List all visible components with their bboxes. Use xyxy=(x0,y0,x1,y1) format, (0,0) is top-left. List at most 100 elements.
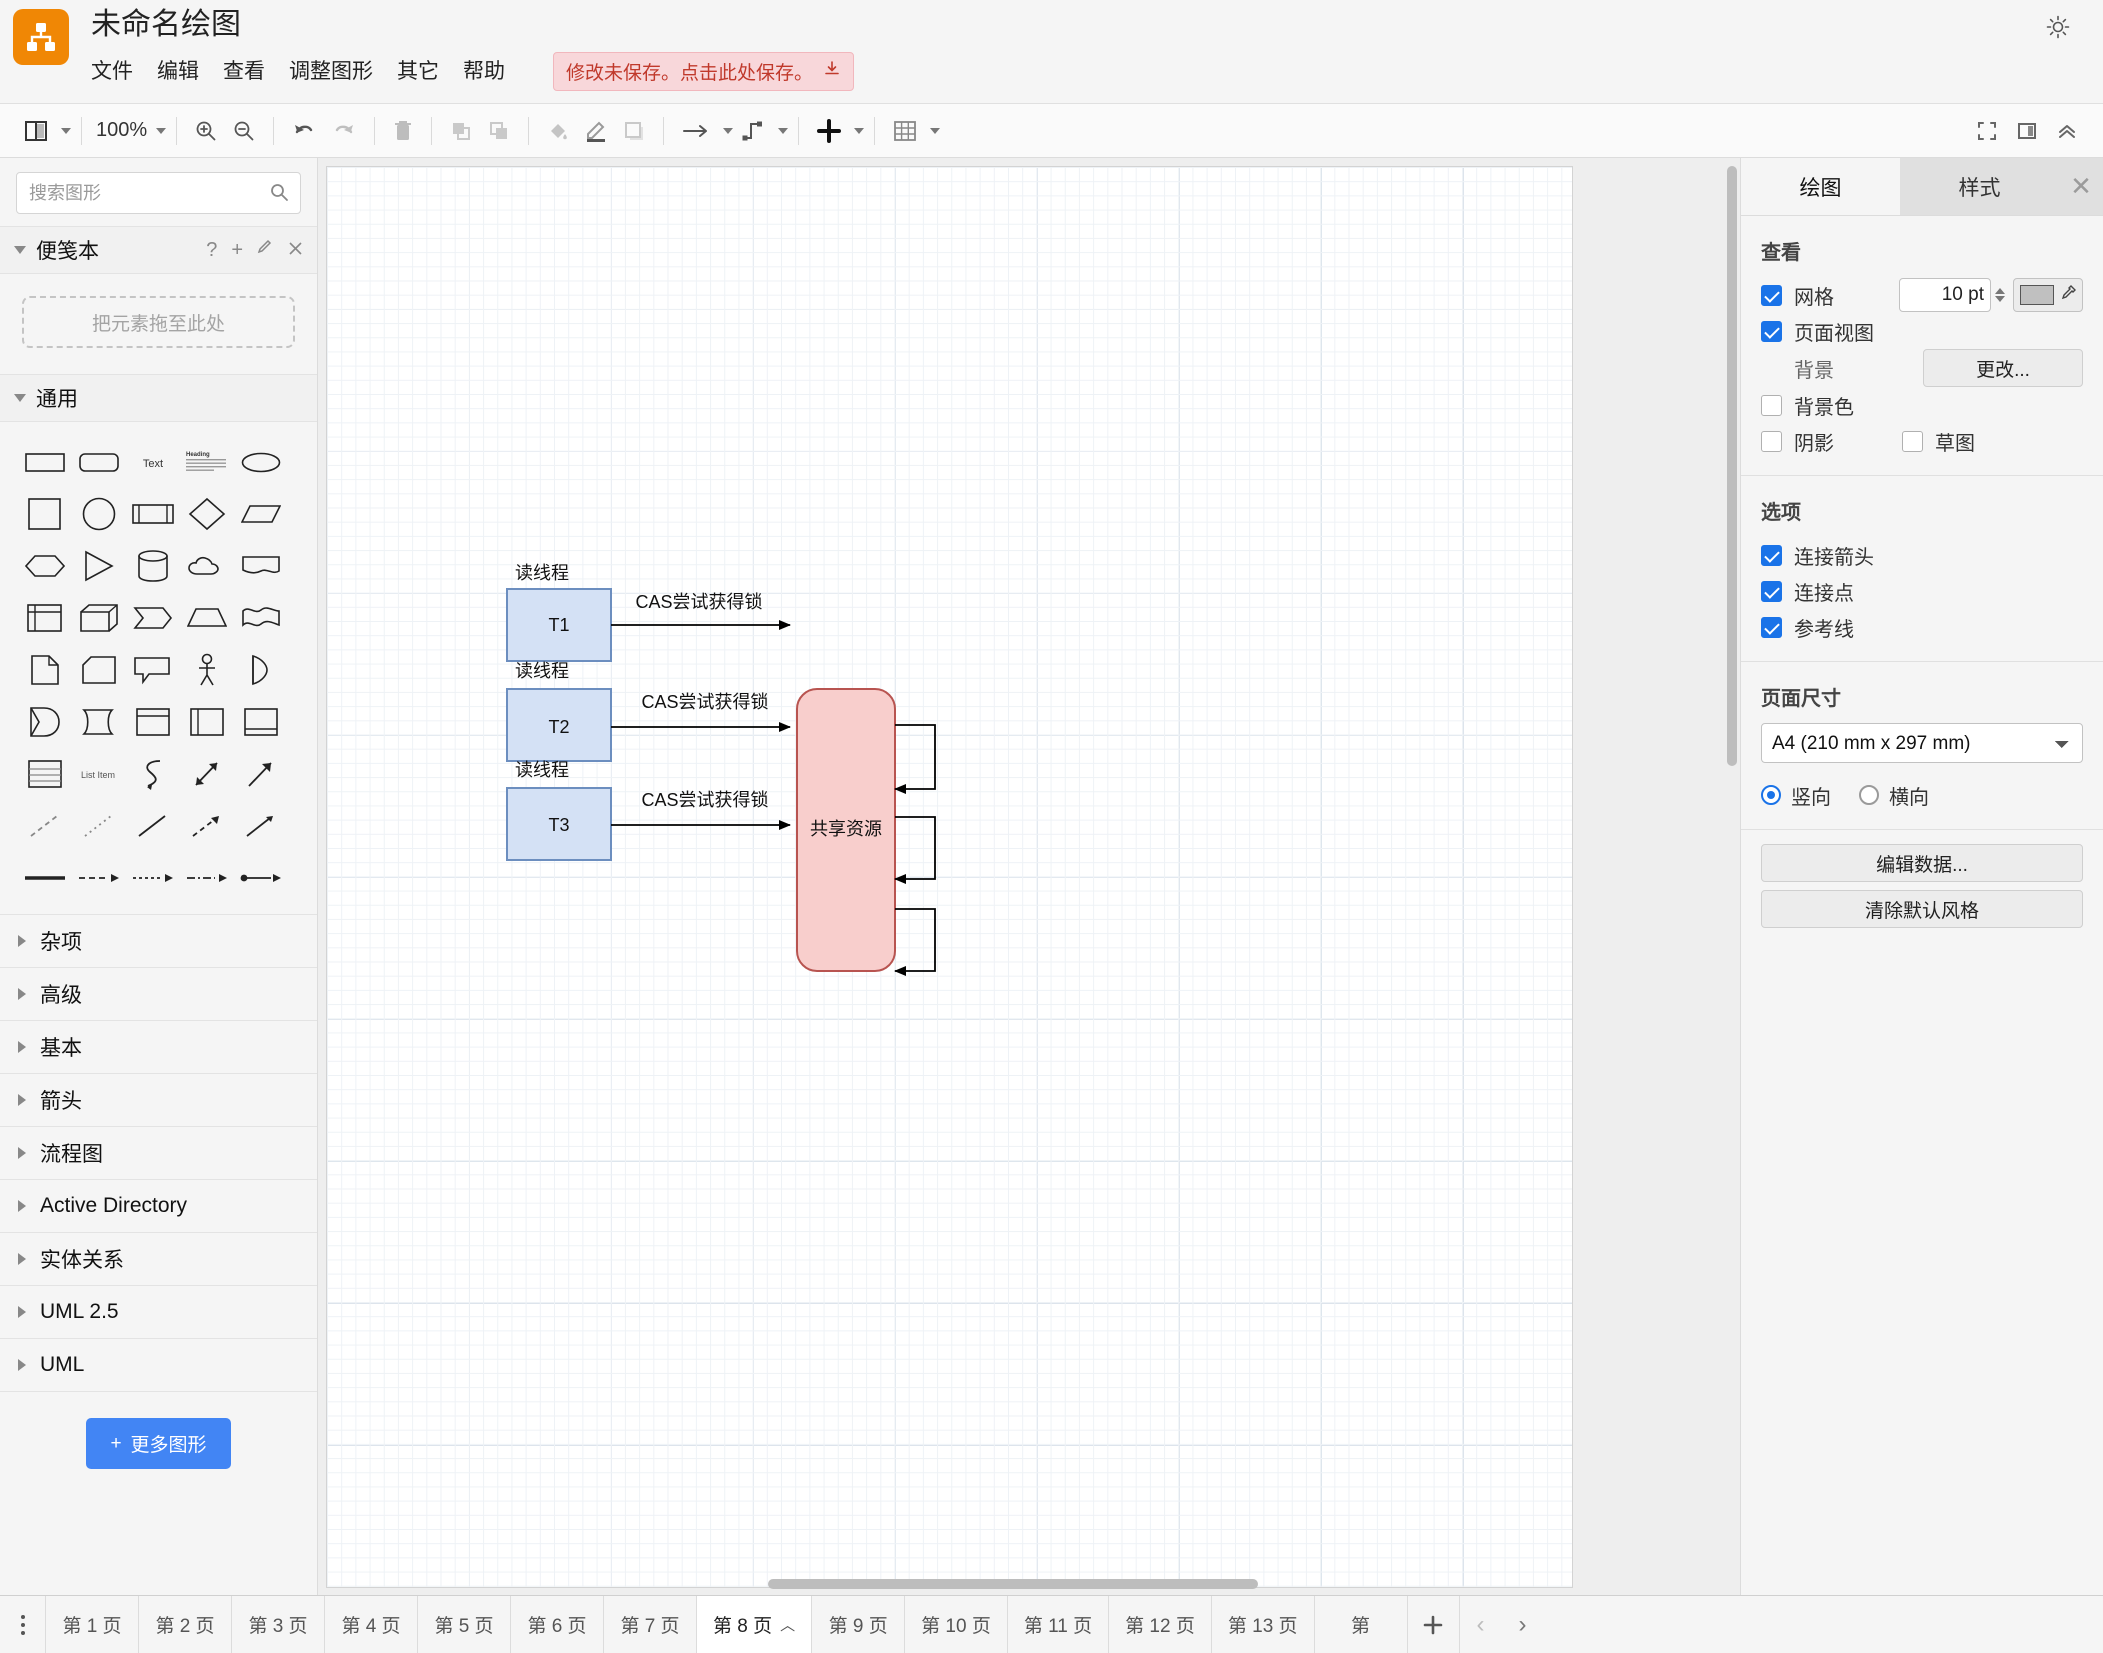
grid-size-input[interactable]: 10 pt xyxy=(1899,278,1991,312)
shape-trapezoid[interactable] xyxy=(180,592,234,644)
background-change-button[interactable]: 更改... xyxy=(1923,349,2083,387)
shape-data-storage[interactable] xyxy=(72,696,126,748)
shadow-icon[interactable] xyxy=(615,111,653,151)
page-tab-10[interactable]: 第 10 页 xyxy=(905,1596,1008,1653)
tab-style[interactable]: 样式 xyxy=(1900,158,2059,215)
page-tab-8[interactable]: 第 8 页 ︿ xyxy=(697,1596,812,1653)
table-caret-icon[interactable] xyxy=(930,128,940,134)
shape-vertical-container[interactable] xyxy=(180,696,234,748)
shape-link-connector[interactable] xyxy=(234,852,288,904)
node-thread-1[interactable]: 读线程 T1 xyxy=(507,563,611,661)
shape-tape[interactable] xyxy=(234,592,288,644)
arrow-connection-icon[interactable] xyxy=(674,111,718,151)
shape-dashed-arrow[interactable] xyxy=(180,800,234,852)
grid-checkbox[interactable] xyxy=(1761,285,1782,306)
grid-color-group[interactable] xyxy=(2013,278,2083,312)
shape-document[interactable] xyxy=(234,540,288,592)
zoom-out-icon[interactable] xyxy=(225,111,263,151)
page-tab-2[interactable]: 第 2 页 xyxy=(139,1596,232,1653)
page-tab-3[interactable]: 第 3 页 xyxy=(232,1596,325,1653)
brightness-sun-icon[interactable] xyxy=(2041,10,2075,44)
fill-color-icon[interactable] xyxy=(539,111,577,151)
chevron-double-up-icon[interactable] xyxy=(2049,111,2085,151)
sidebar-category-misc[interactable]: 杂项 xyxy=(0,914,317,967)
shape-cylinder[interactable] xyxy=(126,540,180,592)
page-tab-9[interactable]: 第 9 页 xyxy=(812,1596,905,1653)
shape-horizontal-container[interactable] xyxy=(234,696,288,748)
undo-icon[interactable] xyxy=(284,111,324,151)
zoom-caret-icon[interactable] xyxy=(156,128,166,134)
shape-square[interactable] xyxy=(18,488,72,540)
color-swatch[interactable] xyxy=(2020,285,2054,305)
stepper-down-icon[interactable] xyxy=(1995,296,2005,302)
connection-arrows-checkbox[interactable] xyxy=(1761,545,1782,566)
shape-callout[interactable] xyxy=(126,644,180,696)
page-tab-12[interactable]: 第 12 页 xyxy=(1109,1596,1212,1653)
shape-textbox-heading[interactable]: Heading xyxy=(180,436,234,488)
shape-curve-arrow[interactable] xyxy=(126,748,180,800)
page-tab-5[interactable]: 第 5 页 xyxy=(418,1596,511,1653)
eyedropper-icon[interactable] xyxy=(2060,285,2076,306)
unsaved-changes-button[interactable]: 修改未保存。点击此处保存。 xyxy=(553,52,854,91)
connection-caret-icon[interactable] xyxy=(723,128,733,134)
close-icon[interactable]: ✕ xyxy=(2059,158,2103,215)
shape-note[interactable] xyxy=(18,644,72,696)
clear-default-style-button[interactable]: 清除默认风格 xyxy=(1761,890,2083,928)
chevron-down-icon[interactable] xyxy=(14,246,26,254)
shadow-checkbox[interactable] xyxy=(1761,431,1782,452)
horizontal-scrollbar[interactable] xyxy=(768,1579,1258,1589)
shape-rounded-rectangle[interactable] xyxy=(72,436,126,488)
search-input[interactable] xyxy=(16,172,301,214)
menu-view[interactable]: 查看 xyxy=(223,58,265,86)
grid-size-stepper[interactable] xyxy=(1995,288,2005,302)
shape-circle[interactable] xyxy=(72,488,126,540)
shape-triangle[interactable] xyxy=(72,540,126,592)
table-icon[interactable] xyxy=(885,111,925,151)
page-sheet[interactable]: 共享资源 读线程 T1 CAS尝试获得锁 xyxy=(327,167,1572,1587)
bring-to-front-icon[interactable] xyxy=(442,111,480,151)
shape-dashed-line[interactable] xyxy=(18,800,72,852)
node-thread-3[interactable]: 读线程 T3 xyxy=(507,760,611,860)
shape-dotted-line[interactable] xyxy=(72,800,126,852)
shape-step[interactable] xyxy=(126,592,180,644)
sidebar-category-uml[interactable]: UML xyxy=(0,1338,317,1391)
shape-cube[interactable] xyxy=(72,592,126,644)
edge-thread-2[interactable]: CAS尝试获得锁 xyxy=(611,692,790,727)
chevron-down-icon[interactable] xyxy=(14,394,26,402)
zoom-in-icon[interactable] xyxy=(187,111,225,151)
node-thread-2[interactable]: 读线程 T2 xyxy=(507,661,611,761)
page-layout-caret-icon[interactable] xyxy=(61,128,71,134)
page-tab-13[interactable]: 第 13 页 xyxy=(1212,1596,1315,1653)
menu-edit[interactable]: 编辑 xyxy=(157,58,199,86)
sidebar-category-advanced[interactable]: 高级 xyxy=(0,967,317,1020)
shape-list[interactable] xyxy=(18,748,72,800)
edge-resource-loop-2[interactable] xyxy=(895,817,935,879)
sidebar-category-basic[interactable]: 基本 xyxy=(0,1020,317,1073)
sidebar-category-arrows[interactable]: 箭头 xyxy=(0,1073,317,1126)
sketch-checkbox[interactable] xyxy=(1902,431,1923,452)
sidebar-category-active-directory[interactable]: Active Directory xyxy=(0,1179,317,1232)
page-view-checkbox[interactable] xyxy=(1761,321,1782,342)
waypoint-caret-icon[interactable] xyxy=(778,128,788,134)
waypoint-icon[interactable] xyxy=(733,111,773,151)
shape-hexagon[interactable] xyxy=(18,540,72,592)
orientation-landscape-radio[interactable] xyxy=(1859,785,1879,805)
shape-and[interactable] xyxy=(18,696,72,748)
more-shapes-button[interactable]: + 更多图形 xyxy=(86,1418,230,1469)
shape-card[interactable] xyxy=(72,644,126,696)
edge-thread-1[interactable]: CAS尝试获得锁 xyxy=(611,592,790,625)
edge-resource-loop-1[interactable] xyxy=(895,725,935,789)
add-icon[interactable]: + xyxy=(231,239,243,262)
guides-checkbox[interactable] xyxy=(1761,617,1782,638)
vertical-scrollbar[interactable] xyxy=(1727,166,1737,766)
line-color-icon[interactable] xyxy=(577,111,615,151)
stepper-up-icon[interactable] xyxy=(1995,288,2005,294)
shape-arrow[interactable] xyxy=(234,748,288,800)
shape-rhombus[interactable] xyxy=(180,488,234,540)
orientation-portrait-radio[interactable] xyxy=(1761,785,1781,805)
page-tab-1[interactable]: 第 1 页 xyxy=(46,1596,139,1653)
general-section-header[interactable]: 通用 xyxy=(0,374,317,422)
menu-help[interactable]: 帮助 xyxy=(463,58,505,86)
fullscreen-icon[interactable] xyxy=(1969,111,2005,151)
shape-internal-storage[interactable] xyxy=(18,592,72,644)
